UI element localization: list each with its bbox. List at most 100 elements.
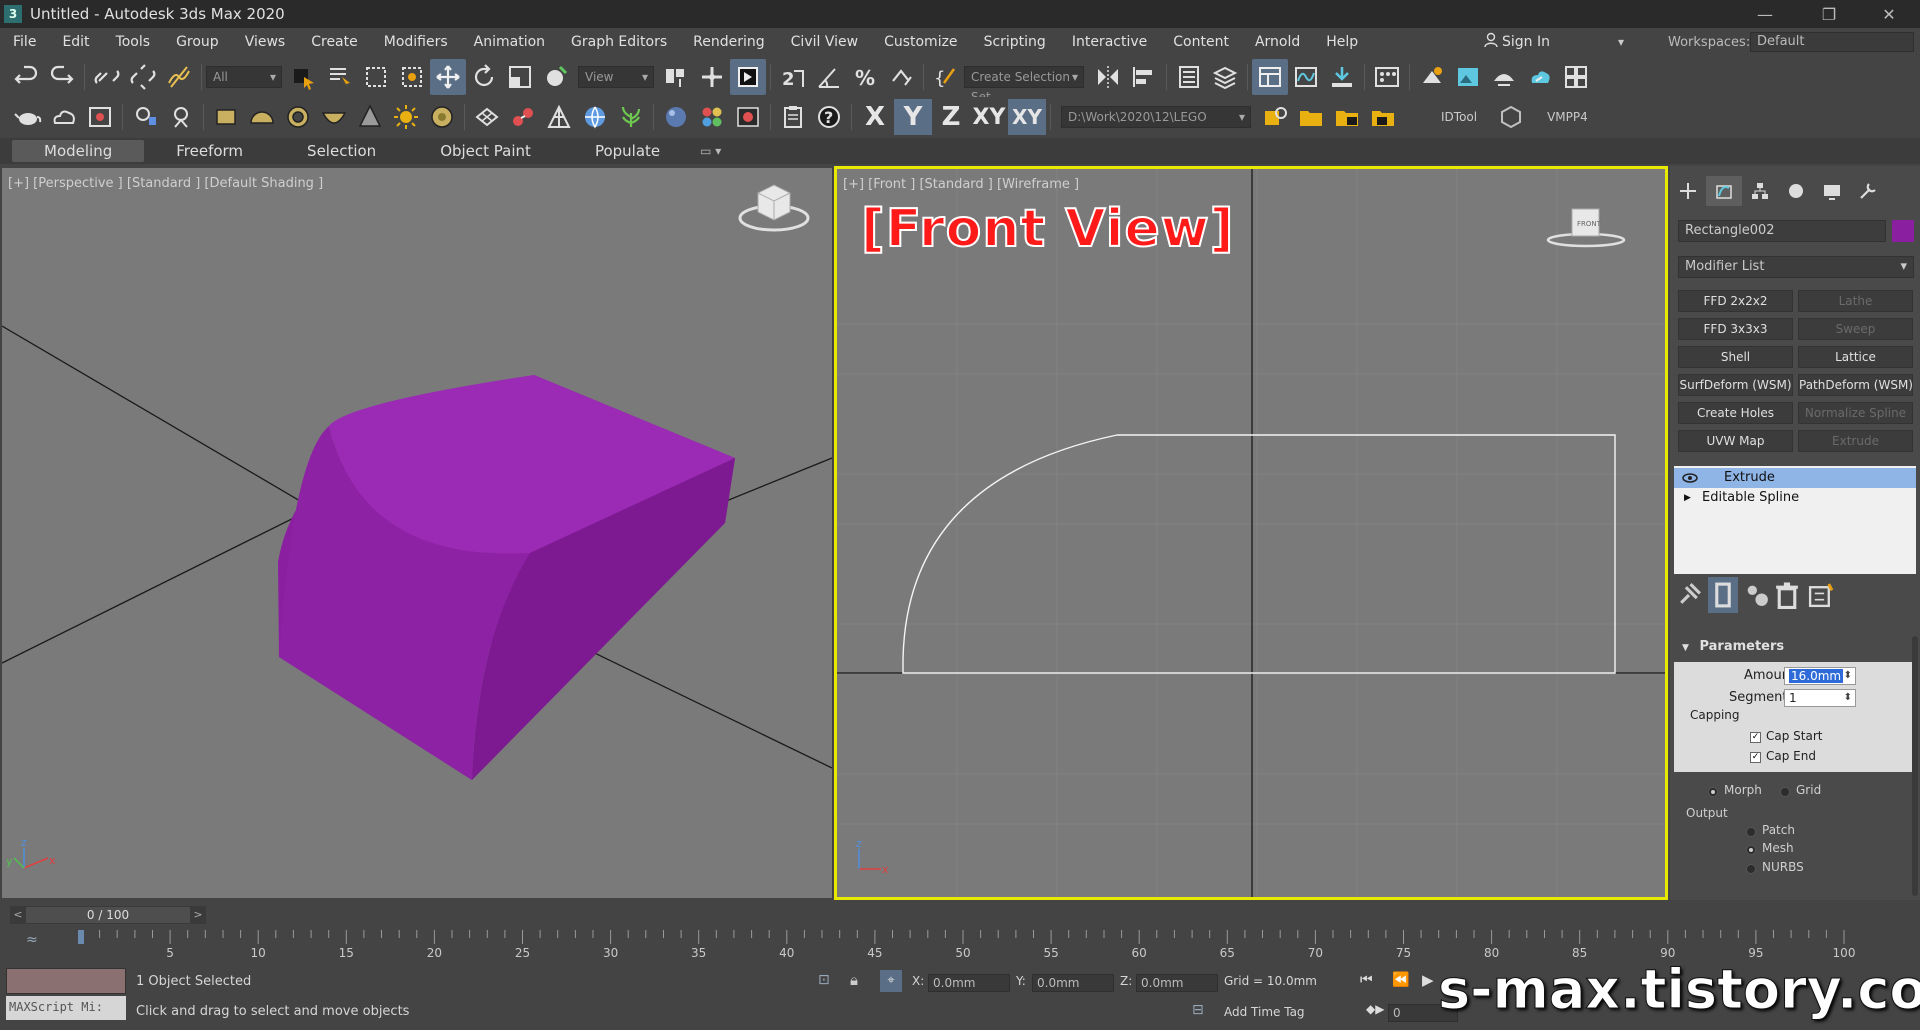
morph-radio[interactable]: [1708, 787, 1718, 797]
object-name-field[interactable]: Rectangle002: [1678, 220, 1886, 242]
render-setup-icon[interactable]: [1414, 59, 1450, 95]
hemisphere-primitive-icon[interactable]: [244, 99, 280, 135]
select-and-move-icon[interactable]: [430, 59, 466, 95]
toggle-ribbon-icon[interactable]: [1252, 59, 1288, 95]
play-icon[interactable]: ▶: [1422, 971, 1434, 989]
photo-frame-icon[interactable]: [82, 99, 118, 135]
clipboard-icon[interactable]: [775, 99, 811, 135]
workspace-select[interactable]: Default: [1750, 32, 1914, 52]
edit-named-selection-icon[interactable]: {: [928, 59, 964, 95]
render-production-icon[interactable]: [1486, 59, 1522, 95]
tab-modeling[interactable]: Modeling: [12, 140, 145, 162]
menu-customize[interactable]: Customize: [871, 34, 971, 50]
globe-icon[interactable]: [577, 99, 613, 135]
perspective-viewport[interactable]: x z y [+] [Perspective ] [Standard ] [De…: [2, 168, 832, 898]
material-editor-icon[interactable]: [1369, 59, 1405, 95]
utilities-tab-icon[interactable]: [1850, 176, 1886, 206]
front-viewport[interactable]: FRONT x z [+] [Front ] [Standard ] [Wire…: [834, 166, 1668, 900]
maxscript-listener-box[interactable]: [6, 968, 126, 994]
tab-object-paint[interactable]: Object Paint: [408, 140, 563, 162]
menu-edit[interactable]: Edit: [49, 34, 102, 50]
parameters-rollout-header[interactable]: ▼ Parameters: [1674, 637, 1916, 657]
close-button[interactable]: ✕: [1862, 0, 1916, 28]
patch-radio[interactable]: [1746, 827, 1756, 837]
a360-gallery-icon[interactable]: [1558, 59, 1594, 95]
restrict-xy-button[interactable]: XY: [970, 99, 1008, 135]
isolate-selection-icon[interactable]: ⊡: [818, 972, 830, 988]
teapot-icon[interactable]: [10, 99, 46, 135]
keyboard-shortcut-override-icon[interactable]: [730, 59, 766, 95]
restrict-x-button[interactable]: X: [856, 99, 894, 135]
disc-primitive-icon[interactable]: [424, 99, 460, 135]
z-coord-field[interactable]: 0.0mm: [1136, 974, 1218, 992]
menu-rendering[interactable]: Rendering: [680, 34, 778, 50]
perspective-viewcube-icon[interactable]: [738, 184, 810, 232]
amount-value[interactable]: 16.0mm: [1789, 669, 1844, 683]
box-primitive-icon[interactable]: [208, 99, 244, 135]
percent-snap-icon[interactable]: %: [847, 59, 883, 95]
tab-populate[interactable]: Populate: [563, 140, 692, 162]
minimize-button[interactable]: —: [1738, 0, 1792, 28]
frame-display[interactable]: 0 / 100: [26, 907, 190, 923]
sphere-material-icon[interactable]: [658, 99, 694, 135]
menu-graph-editors[interactable]: Graph Editors: [558, 34, 680, 50]
cloud-icon[interactable]: [46, 99, 82, 135]
modifier-button-lathe[interactable]: Lathe: [1798, 290, 1913, 312]
selection-filter-dropdown[interactable]: All: [206, 66, 282, 88]
light-bulb-icon[interactable]: [127, 99, 163, 135]
scene-tool-icon[interactable]: [163, 99, 199, 135]
modifier-button-sweep[interactable]: Sweep: [1798, 318, 1913, 340]
display-tab-icon[interactable]: [1814, 176, 1850, 206]
pin-stack-icon[interactable]: [1674, 577, 1704, 613]
folder-save-icon[interactable]: [1365, 99, 1401, 135]
link-icon[interactable]: [89, 59, 125, 95]
curve-editor-icon[interactable]: [1288, 59, 1324, 95]
remove-modifier-icon[interactable]: [1772, 577, 1802, 613]
spinner-snap-icon[interactable]: [883, 59, 919, 95]
molecule-icon[interactable]: [505, 99, 541, 135]
modifier-button-normalize-spline[interactable]: Normalize Spline: [1798, 402, 1913, 424]
add-time-tag-button[interactable]: Add Time Tag: [1224, 1005, 1305, 1019]
menu-interactive[interactable]: Interactive: [1059, 34, 1160, 50]
time-slider[interactable]: < 0 / 100 >: [10, 906, 206, 924]
perspective-viewport-label[interactable]: [+] [Perspective ] [Standard ] [Default …: [8, 176, 323, 191]
restrict-xy-plane-button[interactable]: XY: [1008, 99, 1046, 135]
select-and-rotate-icon[interactable]: [466, 59, 502, 95]
plant-icon[interactable]: [613, 99, 649, 135]
grid-radio[interactable]: [1780, 787, 1790, 797]
sun-light-icon[interactable]: [388, 99, 424, 135]
layer-explorer-icon[interactable]: [1207, 59, 1243, 95]
tiles-icon[interactable]: [469, 99, 505, 135]
cap-end-checkbox[interactable]: ✓: [1750, 752, 1761, 763]
y-coord-field[interactable]: 0.0mm: [1032, 974, 1114, 992]
modifier-list-dropdown[interactable]: Modifier List: [1678, 256, 1914, 278]
select-object-icon[interactable]: [286, 59, 322, 95]
make-unique-icon[interactable]: [1742, 577, 1772, 613]
hexagon-icon[interactable]: [1493, 99, 1529, 135]
next-frame-icon[interactable]: >: [190, 906, 206, 924]
modifier-button-shell[interactable]: Shell: [1678, 346, 1793, 368]
modifier-button-uvw-map[interactable]: UVW Map: [1678, 430, 1793, 452]
modifier-button-create-holes[interactable]: Create Holes: [1678, 402, 1793, 424]
project-settings-icon[interactable]: [1257, 99, 1293, 135]
mirror-icon[interactable]: [1090, 59, 1126, 95]
absolute-mode-icon[interactable]: ⌖: [880, 970, 902, 992]
go-to-start-icon[interactable]: ⏮: [1360, 972, 1373, 988]
menu-views[interactable]: Views: [232, 34, 299, 50]
ribbon-options-icon[interactable]: ▭ ▾: [700, 144, 721, 158]
x-coord-field[interactable]: 0.0mm: [928, 974, 1010, 992]
help-circle-icon[interactable]: ?: [811, 99, 847, 135]
cone-primitive-icon[interactable]: [352, 99, 388, 135]
menu-create[interactable]: Create: [298, 34, 371, 50]
select-by-name-icon[interactable]: [322, 59, 358, 95]
color-balls-icon[interactable]: [694, 99, 730, 135]
mini-curve-editor-icon[interactable]: ≈: [26, 932, 38, 948]
select-and-place-icon[interactable]: [538, 59, 574, 95]
modifier-button-ffd-3x3x3[interactable]: FFD 3x3x3: [1678, 318, 1793, 340]
maximize-button[interactable]: ❐: [1802, 0, 1856, 28]
object-color-swatch[interactable]: [1892, 220, 1914, 242]
menu-help[interactable]: Help: [1313, 34, 1371, 50]
bowl-primitive-icon[interactable]: [316, 99, 352, 135]
menu-tools[interactable]: Tools: [103, 34, 164, 50]
sign-in-button[interactable]: Sign In: [1484, 28, 1550, 56]
